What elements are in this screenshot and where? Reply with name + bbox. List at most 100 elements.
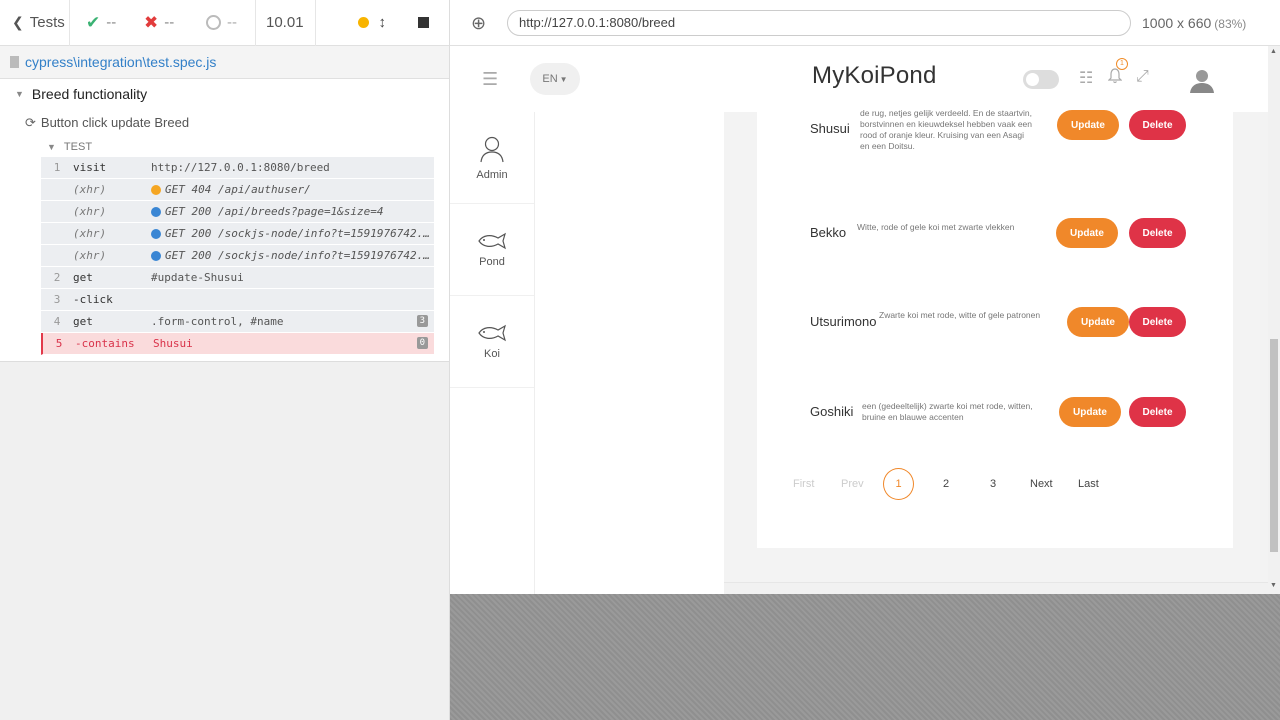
vertical-scrollbar[interactable]: ▲ ▼ [1268,46,1280,594]
breed-description: een (gedeeltelijk) zwarte koi met rode, … [862,401,1033,422]
command-row[interactable]: 2 get #update-Shusui [41,267,434,289]
user-avatar-icon[interactable] [1188,66,1216,94]
command-row[interactable]: 4 get .form-control, #name 3 [41,311,434,333]
horizontal-scrollbar[interactable] [724,582,1268,594]
fullscreen-icon[interactable]: ⤢ [1136,68,1149,86]
command-list: 1 visit http://127.0.0.1:8080/breed (xhr… [41,157,434,355]
side-nav: Admin Pond Koi [450,112,535,594]
spec-header: cypress\integration\test.spec.js [0,46,449,79]
delete-button[interactable]: Delete [1129,397,1186,427]
update-button[interactable]: Update [1067,307,1129,337]
aut-url-field[interactable]: http://127.0.0.1:8080/breed [507,9,1131,36]
fish-icon [478,232,506,249]
nav-item-admin[interactable]: Admin [450,112,534,204]
suite-title-row[interactable]: ▼ Breed functionality [0,79,449,108]
command-number: 5 [55,337,63,350]
command-message: #update-Shusui [151,271,244,284]
caret-down-icon: ▼ [559,74,568,84]
hook-title[interactable]: ▼ TEST [0,137,449,157]
run-controls: ↕ [357,14,450,31]
pagination: First Prev 1 2 3 Next Last [757,468,1233,500]
breed-name: Utsurimono [810,314,877,329]
duration-value: 10.01 [266,14,304,31]
notification-badge: 1 [1116,58,1128,70]
command-row[interactable]: (xhr) GET 404 /api/authuser/ [41,179,434,201]
command-row[interactable]: (xhr) GET 200 /sockjs-node/info?t=159197… [41,245,434,267]
breed-description: Witte, rode of gele koi met zwarte vlekk… [857,222,1015,232]
selector-playground-icon[interactable]: ⊕ [471,14,487,32]
pending-count: -- [194,0,256,46]
bell-icon[interactable] [1107,68,1123,89]
command-message: GET 200 /sockjs-node/info?t=1591976742..… [165,227,434,240]
command-number: 4 [53,315,61,328]
pager-next[interactable]: Next [1030,468,1053,500]
pager-first[interactable]: First [793,468,814,500]
breed-row: Goshiki een (gedeeltelijk) zwarte koi me… [757,397,1233,427]
breed-row: Shusui de rug, netjes gelijk verdeeld. E… [757,108,1233,151]
chevron-left-icon: ❮ [12,14,24,30]
pager-page-1[interactable]: 1 [883,468,914,500]
grid-icon[interactable]: ☷ [1079,68,1093,88]
command-number: 2 [53,271,61,284]
passed-count: ✔ -- [70,0,132,46]
command-row[interactable]: (xhr) GET 200 /sockjs-node/info?t=159197… [41,223,434,245]
pager-last[interactable]: Last [1078,468,1099,500]
test-title-row[interactable]: ⟳ Button click update Breed [0,108,449,137]
nav-item-koi[interactable]: Koi [450,296,534,388]
command-message: GET 200 /sockjs-node/info?t=1591976742..… [165,249,434,262]
pager-page-3[interactable]: 3 [990,468,996,500]
xhr-status-dot-icon [151,184,161,195]
scrollbar-thumb[interactable] [1270,339,1278,552]
auto-scroll-toggle-icon[interactable]: ↕ [379,14,387,31]
command-name: visit [73,161,107,174]
element-count-badge: 0 [416,337,428,349]
delete-button[interactable]: Delete [1129,218,1186,248]
failed-value: -- [164,14,175,31]
pager-page-2[interactable]: 2 [943,468,949,500]
viewport-info[interactable]: 1000 x 660 (83%) [1142,15,1246,31]
delete-button[interactable]: Delete [1129,110,1186,140]
command-name: (xhr) [73,249,107,262]
delete-button[interactable]: Delete [1129,307,1186,337]
update-button[interactable]: Update [1057,110,1119,140]
refresh-spinner-icon: ⟳ [25,114,36,130]
back-to-tests-button[interactable]: ❮ Tests [0,0,70,46]
stats-bar: ❮ Tests ✔ -- ✖ -- -- 10.01 ↕ [0,0,449,46]
theme-toggle[interactable] [1023,70,1059,89]
command-message: Shusui [153,337,193,350]
breed-description: Zwarte koi met rode, witte of gele patro… [879,310,1041,320]
language-selector[interactable]: EN ▼ [530,63,580,95]
element-count-badge: 3 [416,315,428,327]
language-label: EN [542,73,558,85]
command-name: (xhr) [73,205,107,218]
nav-item-pond[interactable]: Pond [450,204,534,296]
command-message: GET 200 /api/breeds?page=1&size=4 [165,205,384,218]
fish-icon [478,324,506,341]
nav-label: Pond [479,255,505,268]
update-button[interactable]: Update [1056,218,1118,248]
failed-command-row[interactable]: 5 -contains Shusui 0 [41,333,434,355]
update-button[interactable]: Update [1059,397,1121,427]
duration: 10.01 [256,0,316,46]
running-indicator-icon [357,17,369,28]
command-row[interactable]: 3 -click [41,289,434,311]
pager-prev[interactable]: Prev [841,468,864,500]
command-row[interactable]: (xhr) GET 200 /api/breeds?page=1&size=4 [41,201,434,223]
command-name: -click [73,293,113,306]
aut-iframe: ☰ EN ▼ MyKoiPond ☷ 1 ⤢ Admin Pond Koi Sh… [450,46,1280,594]
caret-down-icon: ▼ [15,88,24,99]
aut-empty-background [450,594,1280,720]
breed-name: Shusui [810,121,850,136]
command-name: get [73,315,93,328]
file-icon [10,56,19,68]
command-row[interactable]: 1 visit http://127.0.0.1:8080/breed [41,157,434,179]
spec-path-link[interactable]: cypress\integration\test.spec.js [25,54,216,70]
scroll-up-arrow-icon[interactable]: ▲ [1270,48,1277,55]
hook-label: TEST [63,141,93,153]
scroll-down-arrow-icon[interactable]: ▼ [1270,582,1277,589]
nav-label: Admin [476,168,508,181]
menu-list-icon[interactable]: ☰ [482,69,502,90]
stop-button[interactable] [418,17,429,28]
test-title: Button click update Breed [40,115,190,130]
user-icon [480,136,504,162]
